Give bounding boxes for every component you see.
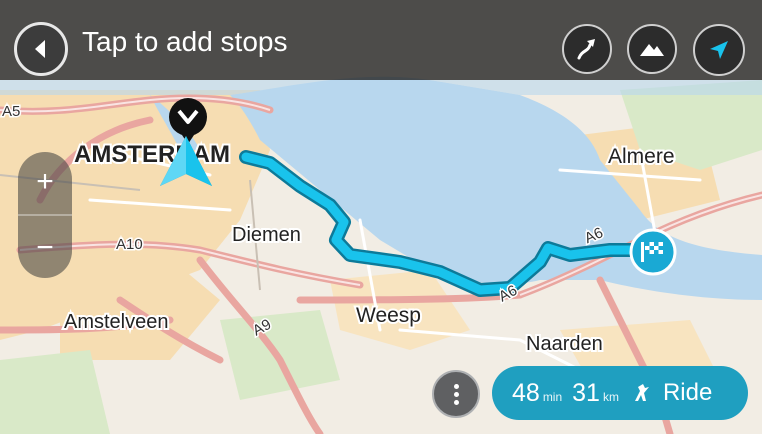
route-options-button[interactable] <box>562 24 612 74</box>
zoom-divider <box>18 214 72 216</box>
distance-unit: km <box>602 390 619 404</box>
back-arrow-icon <box>35 40 45 58</box>
motorcycle-icon <box>634 384 649 401</box>
terrain-icon <box>640 44 664 56</box>
place-label-amsterdam: AMSTERDAM <box>74 141 230 168</box>
place-label-amstelveen: Amstelveen <box>64 311 169 333</box>
navigation-screen: AMSTERDAM Diemen Almere Weesp Amstelveen… <box>0 0 762 434</box>
page-title: Tap to add stops <box>82 26 288 57</box>
travel-time-value: 48 <box>512 378 540 407</box>
ride-button[interactable]: 48 min 31 km Ride <box>492 366 748 420</box>
zoom-in-button[interactable]: + <box>18 152 72 212</box>
zoom-out-button[interactable]: − <box>18 218 72 278</box>
route-icon <box>577 39 595 60</box>
top-bar: Tap to add stops <box>0 0 762 80</box>
locate-arrow-icon <box>710 41 728 59</box>
back-button[interactable] <box>14 22 68 76</box>
place-label-naarden: Naarden <box>526 333 603 355</box>
place-label-weesp: Weesp <box>356 304 421 327</box>
travel-time-unit: min <box>542 390 563 404</box>
road-label-a10: A10 <box>116 236 143 253</box>
place-label-almere: Almere <box>608 145 675 168</box>
ride-label: Ride <box>662 379 713 406</box>
terrain-view-button[interactable] <box>627 24 677 74</box>
zoom-control: + − <box>18 152 72 278</box>
more-options-button[interactable] <box>432 370 480 418</box>
road-label-a5: A5 <box>2 103 20 120</box>
more-dots-icon <box>453 381 459 408</box>
distance-value: 31 <box>572 378 600 407</box>
locate-button[interactable] <box>693 24 745 76</box>
place-label-diemen: Diemen <box>232 224 301 246</box>
destination-flag-icon[interactable] <box>629 228 677 276</box>
